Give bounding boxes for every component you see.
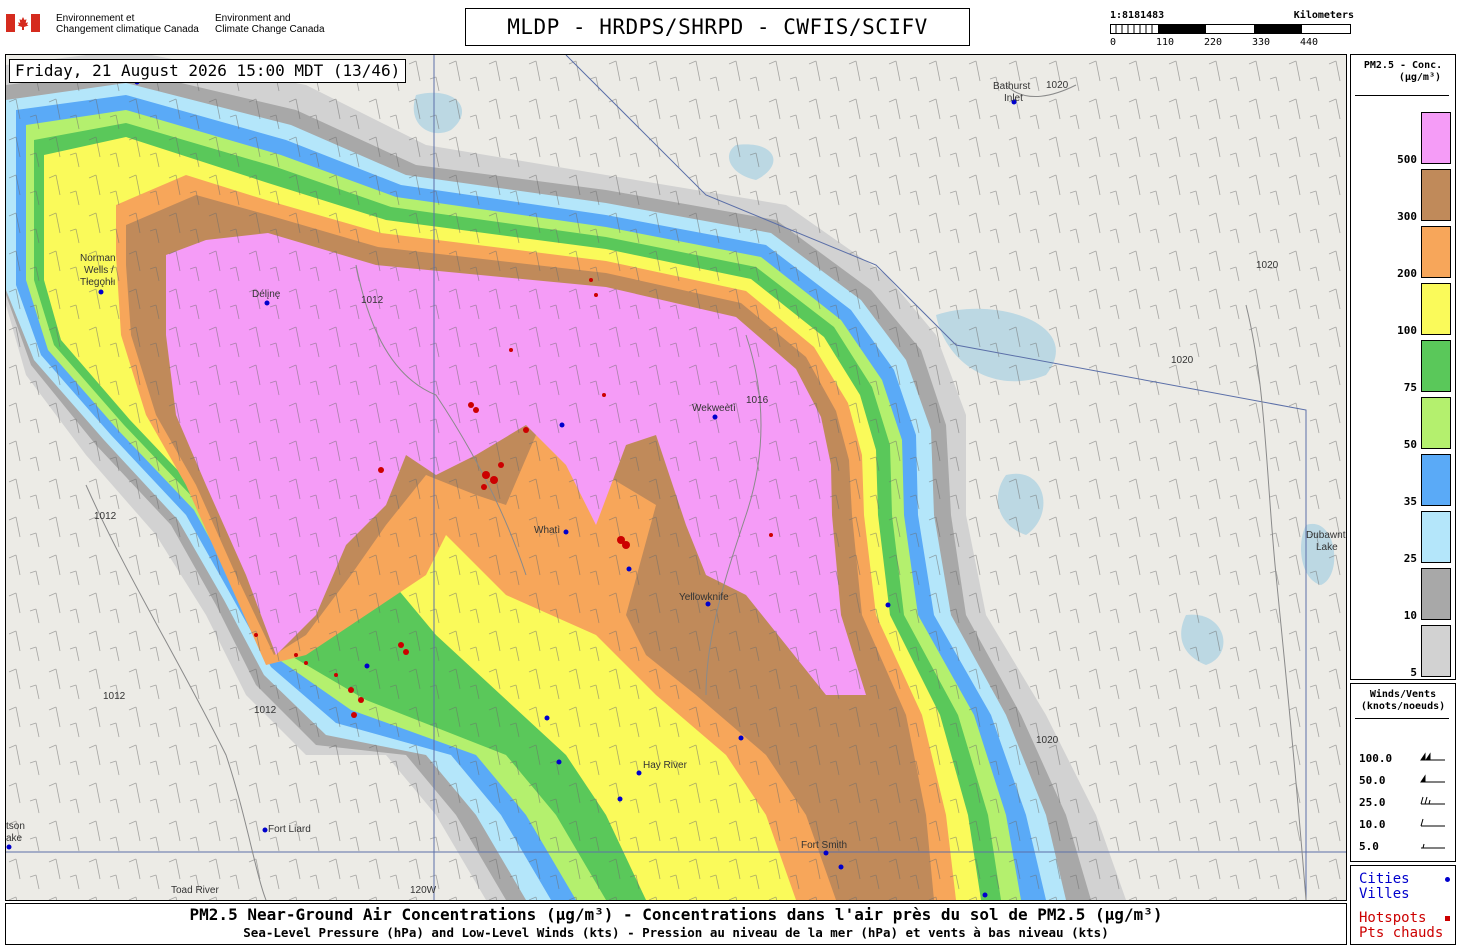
pm-swatch-label-100: 100: [1397, 324, 1417, 337]
canada-flag-icon: [6, 14, 40, 32]
cities-label-fr: Villes: [1359, 886, 1410, 902]
pm-swatch-75: [1421, 340, 1451, 392]
agency-name-fr: Environnement et Changement climatique C…: [56, 13, 199, 35]
scale-bar-graphic: [1110, 24, 1351, 34]
city-label-hay-river: Hay River: [643, 760, 687, 771]
wind-row-25: 25.0: [1359, 796, 1386, 809]
pm-swatch-500: [1421, 112, 1451, 164]
wind-barb-icons: [1420, 752, 1445, 849]
pm-swatch-100: [1421, 283, 1451, 335]
scale-tick-0: 0: [1110, 37, 1117, 48]
pm-swatch-5: [1421, 625, 1451, 677]
pressure-label-1012-a: 1012: [94, 511, 117, 522]
pm-swatch-label-10: 10: [1403, 609, 1417, 622]
forecast-timestamp: Friday, 21 August 2026 15:00 MDT (13/46): [9, 59, 407, 83]
meridian-label: 120W: [410, 885, 437, 896]
wind-barbs: [6, 55, 1346, 900]
points-legend: Cities Villes Hotspots Pts chauds: [1350, 865, 1456, 945]
agency-name-en: Environment and Climate Change Canada: [215, 13, 325, 35]
pm-swatch-300: [1421, 169, 1451, 221]
scale-tick-440: 440: [1300, 37, 1319, 48]
pm-legend-title-1: PM2.5 - Conc.: [1363, 60, 1443, 71]
wind-row-50: 50.0: [1359, 774, 1386, 787]
pm-swatch-35: [1421, 454, 1451, 506]
lake-label-dubawnt-1: Dubawnt: [1306, 530, 1346, 541]
pm-swatch-label-50: 50: [1403, 438, 1417, 451]
pm-swatch-label-300: 300: [1397, 210, 1417, 223]
pressure-label-1012-d: 1012: [361, 295, 384, 306]
pressure-label-1016: 1016: [746, 395, 769, 406]
pm-swatch-label-35: 35: [1403, 495, 1417, 508]
agency-fr-line2: Changement climatique Canada: [56, 24, 199, 35]
pressure-label-1020-a: 1020: [1046, 80, 1069, 91]
city-label-watson-1: tson: [6, 821, 25, 832]
city-label-watson-2: ake: [6, 833, 23, 844]
wind-row-5: 5.0: [1359, 840, 1379, 853]
pressure-label-1020-d: 1020: [1036, 735, 1059, 746]
pm-swatch-label-25: 25: [1403, 552, 1417, 565]
scale-bar: 1:8181483 Kilometers 0 110 220 330 440: [1108, 10, 1354, 50]
city-label-inlet: Inlet: [1004, 93, 1023, 104]
pm-swatch-label-200: 200: [1397, 267, 1417, 280]
agency-fr-line1: Environnement et: [56, 13, 135, 24]
cities-label-en: Cities: [1359, 871, 1410, 887]
pressure-label-1020-c: 1020: [1256, 260, 1279, 271]
pm-swatch-label-500: 500: [1397, 153, 1417, 166]
lake-label-dubawnt-2: Lake: [1316, 542, 1338, 553]
pm25-legend: PM2.5 - Conc. (µg/m³) 500 300 200 100 75 50 35…: [1350, 54, 1456, 680]
pm-swatch-200: [1421, 226, 1451, 278]
smoke-map: [6, 55, 1346, 900]
city-label-norman-2: Wells /: [84, 265, 114, 276]
pm-swatch-label-5: 5: [1410, 666, 1417, 679]
pressure-label-1012-c: 1012: [254, 705, 277, 716]
pm-swatch-25: [1421, 511, 1451, 563]
hotspots-label-fr: Pts chauds: [1359, 925, 1444, 941]
header: Environnement et Changement climatique C…: [0, 0, 1460, 52]
map-title: MLDP - HRDPS/SHRPD - CWFIS/SCIFV: [465, 8, 970, 46]
agency-en-line2: Climate Change Canada: [215, 24, 325, 35]
scale-ratio: 1:8181483: [1110, 10, 1165, 21]
city-label-whati: Whatì: [534, 525, 561, 536]
city-label-norman-1: Norman: [80, 253, 116, 264]
scale-unit: Kilometers: [1293, 10, 1354, 21]
hotspots-label-en: Hotspots: [1359, 910, 1427, 926]
pm-swatch-label-75: 75: [1403, 381, 1417, 394]
city-label-yellowknife: Yellowknife: [679, 592, 729, 603]
footer-line-1: PM2.5 Near-Ground Air Concentrations (µg…: [189, 905, 1163, 924]
city-label-wekweeti: Wekweètì: [692, 403, 736, 414]
scale-tick-330: 330: [1252, 37, 1271, 48]
wind-row-10: 10.0: [1359, 818, 1386, 831]
wind-legend-title-2: (knots/noeuds): [1360, 701, 1446, 712]
agency-en-line1: Environment and: [215, 13, 291, 24]
map-footer: PM2.5 Near-Ground Air Concentrations (µg…: [5, 903, 1347, 945]
scale-tick-110: 110: [1156, 37, 1175, 48]
city-label-toad-river: Toad River: [171, 885, 219, 896]
map-canvas[interactable]: Bathurst Inlet Norman Wells / Tłegǫhłı D…: [5, 54, 1347, 901]
pressure-label-1012-b: 1012: [103, 691, 126, 702]
pm-swatch-10: [1421, 568, 1451, 620]
hotspot-square-icon: [1445, 916, 1450, 921]
city-label-fort-smith: Fort Smith: [801, 840, 848, 851]
wind-legend: Winds/Vents (knots/noeuds) 100.0 50.0 25…: [1350, 683, 1456, 862]
city-label-bathurst: Bathurst: [993, 81, 1031, 92]
wind-legend-divider: [1355, 718, 1449, 719]
pm-legend-divider: [1355, 95, 1449, 96]
footer-line-2: Sea-Level Pressure (hPa) and Low-Level W…: [243, 925, 1109, 940]
city-label-norman-3: Tłegǫhłı: [80, 277, 116, 288]
city-dot-icon: [1445, 877, 1450, 882]
city-label-deline: Délįnę: [252, 289, 281, 300]
pm-swatch-50: [1421, 397, 1451, 449]
city-label-fort-liard: Fort Liard: [268, 824, 311, 835]
pressure-label-1020-b: 1020: [1171, 355, 1194, 366]
scale-tick-220: 220: [1204, 37, 1223, 48]
pm-legend-title-2: (µg/m³): [1398, 72, 1441, 83]
wind-legend-title-1: Winds/Vents: [1369, 689, 1437, 700]
wind-row-100: 100.0: [1359, 752, 1393, 765]
